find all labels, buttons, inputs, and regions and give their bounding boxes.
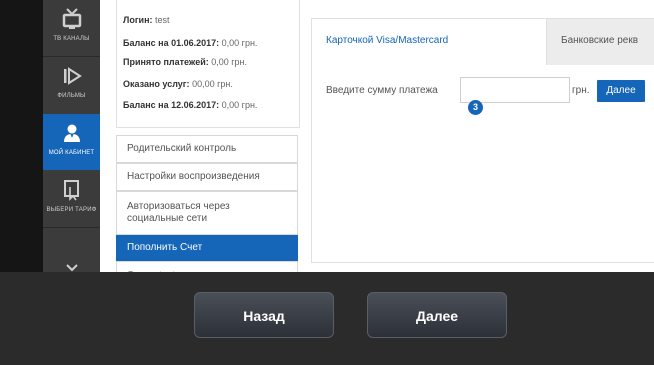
next-button[interactable]: Далее (367, 292, 507, 338)
sidebar-item-choose-tariff[interactable]: ВЫБЕРИ ТАРИФ (43, 171, 100, 227)
menu-item-parental-control[interactable]: Родительский контроль (116, 135, 298, 163)
menu-item-social-login[interactable]: Авторизоваться через социальные сети (116, 191, 298, 235)
next-button-small[interactable]: Далее (597, 80, 645, 102)
back-button[interactable]: Назад (194, 292, 334, 338)
play-icon (43, 63, 100, 89)
sidebar-item-label: ФИЛЬМЫ (57, 93, 86, 99)
login-row: Логин: test (123, 15, 170, 25)
tab-card-payment[interactable]: Карточкой Visa/Mastercard (312, 19, 546, 65)
tv-icon (43, 6, 100, 32)
services-row: Оказано услуг: 00,00 грн. (123, 79, 233, 89)
account-info-panel: Логин: test Баланс на 01.06.2017: 0,00 г… (116, 0, 300, 128)
amount-label: Введите сумму платежа (326, 85, 438, 96)
sidebar-item-movies[interactable]: ФИЛЬМЫ (43, 57, 100, 113)
balance-end-row: Баланс на 12.06.2017: 0,00 грн. (123, 100, 258, 110)
sidebar-item-my-account[interactable]: МОЙ КАБИНЕТ (43, 114, 100, 170)
main-sidebar: ТВ КАНАЛЫ ФИЛЬМЫ МОЙ КАБИНЕТ ВЫБЕРИ ТАРИ… (43, 0, 100, 272)
currency-label: грн. (572, 85, 590, 96)
sidebar-item-label: ВЫБЕРИ ТАРИФ (46, 207, 97, 213)
menu-item-top-up[interactable]: Пополнить Счет (116, 235, 298, 261)
step-badge: 3 (468, 100, 483, 115)
tab-bank-details[interactable]: Банковские рекв (546, 19, 654, 65)
sidebar-divider (43, 227, 100, 228)
tariff-icon (43, 177, 100, 203)
payments-row: Принято платежей: 0,00 грн. (123, 57, 248, 67)
user-icon (43, 120, 100, 146)
sidebar-item-label: МОЙ КАБИНЕТ (48, 150, 95, 156)
chevron-icon (43, 256, 100, 272)
menu-item-login: Логин: test (116, 261, 298, 272)
payment-panel: Карточкой Visa/Mastercard Банковские рек… (311, 18, 654, 263)
app-window: ТВ КАНАЛЫ ФИЛЬМЫ МОЙ КАБИНЕТ ВЫБЕРИ ТАРИ… (43, 0, 654, 272)
menu-item-playback-settings[interactable]: Настройки воспроизведения (116, 163, 298, 191)
sidebar-item-more[interactable] (43, 250, 100, 272)
sidebar-item-label: ТВ КАНАЛЫ (53, 36, 90, 42)
sidebar-item-tv-channels[interactable]: ТВ КАНАЛЫ (43, 0, 100, 56)
balance-start-row: Баланс на 01.06.2017: 0,00 грн. (123, 38, 258, 48)
